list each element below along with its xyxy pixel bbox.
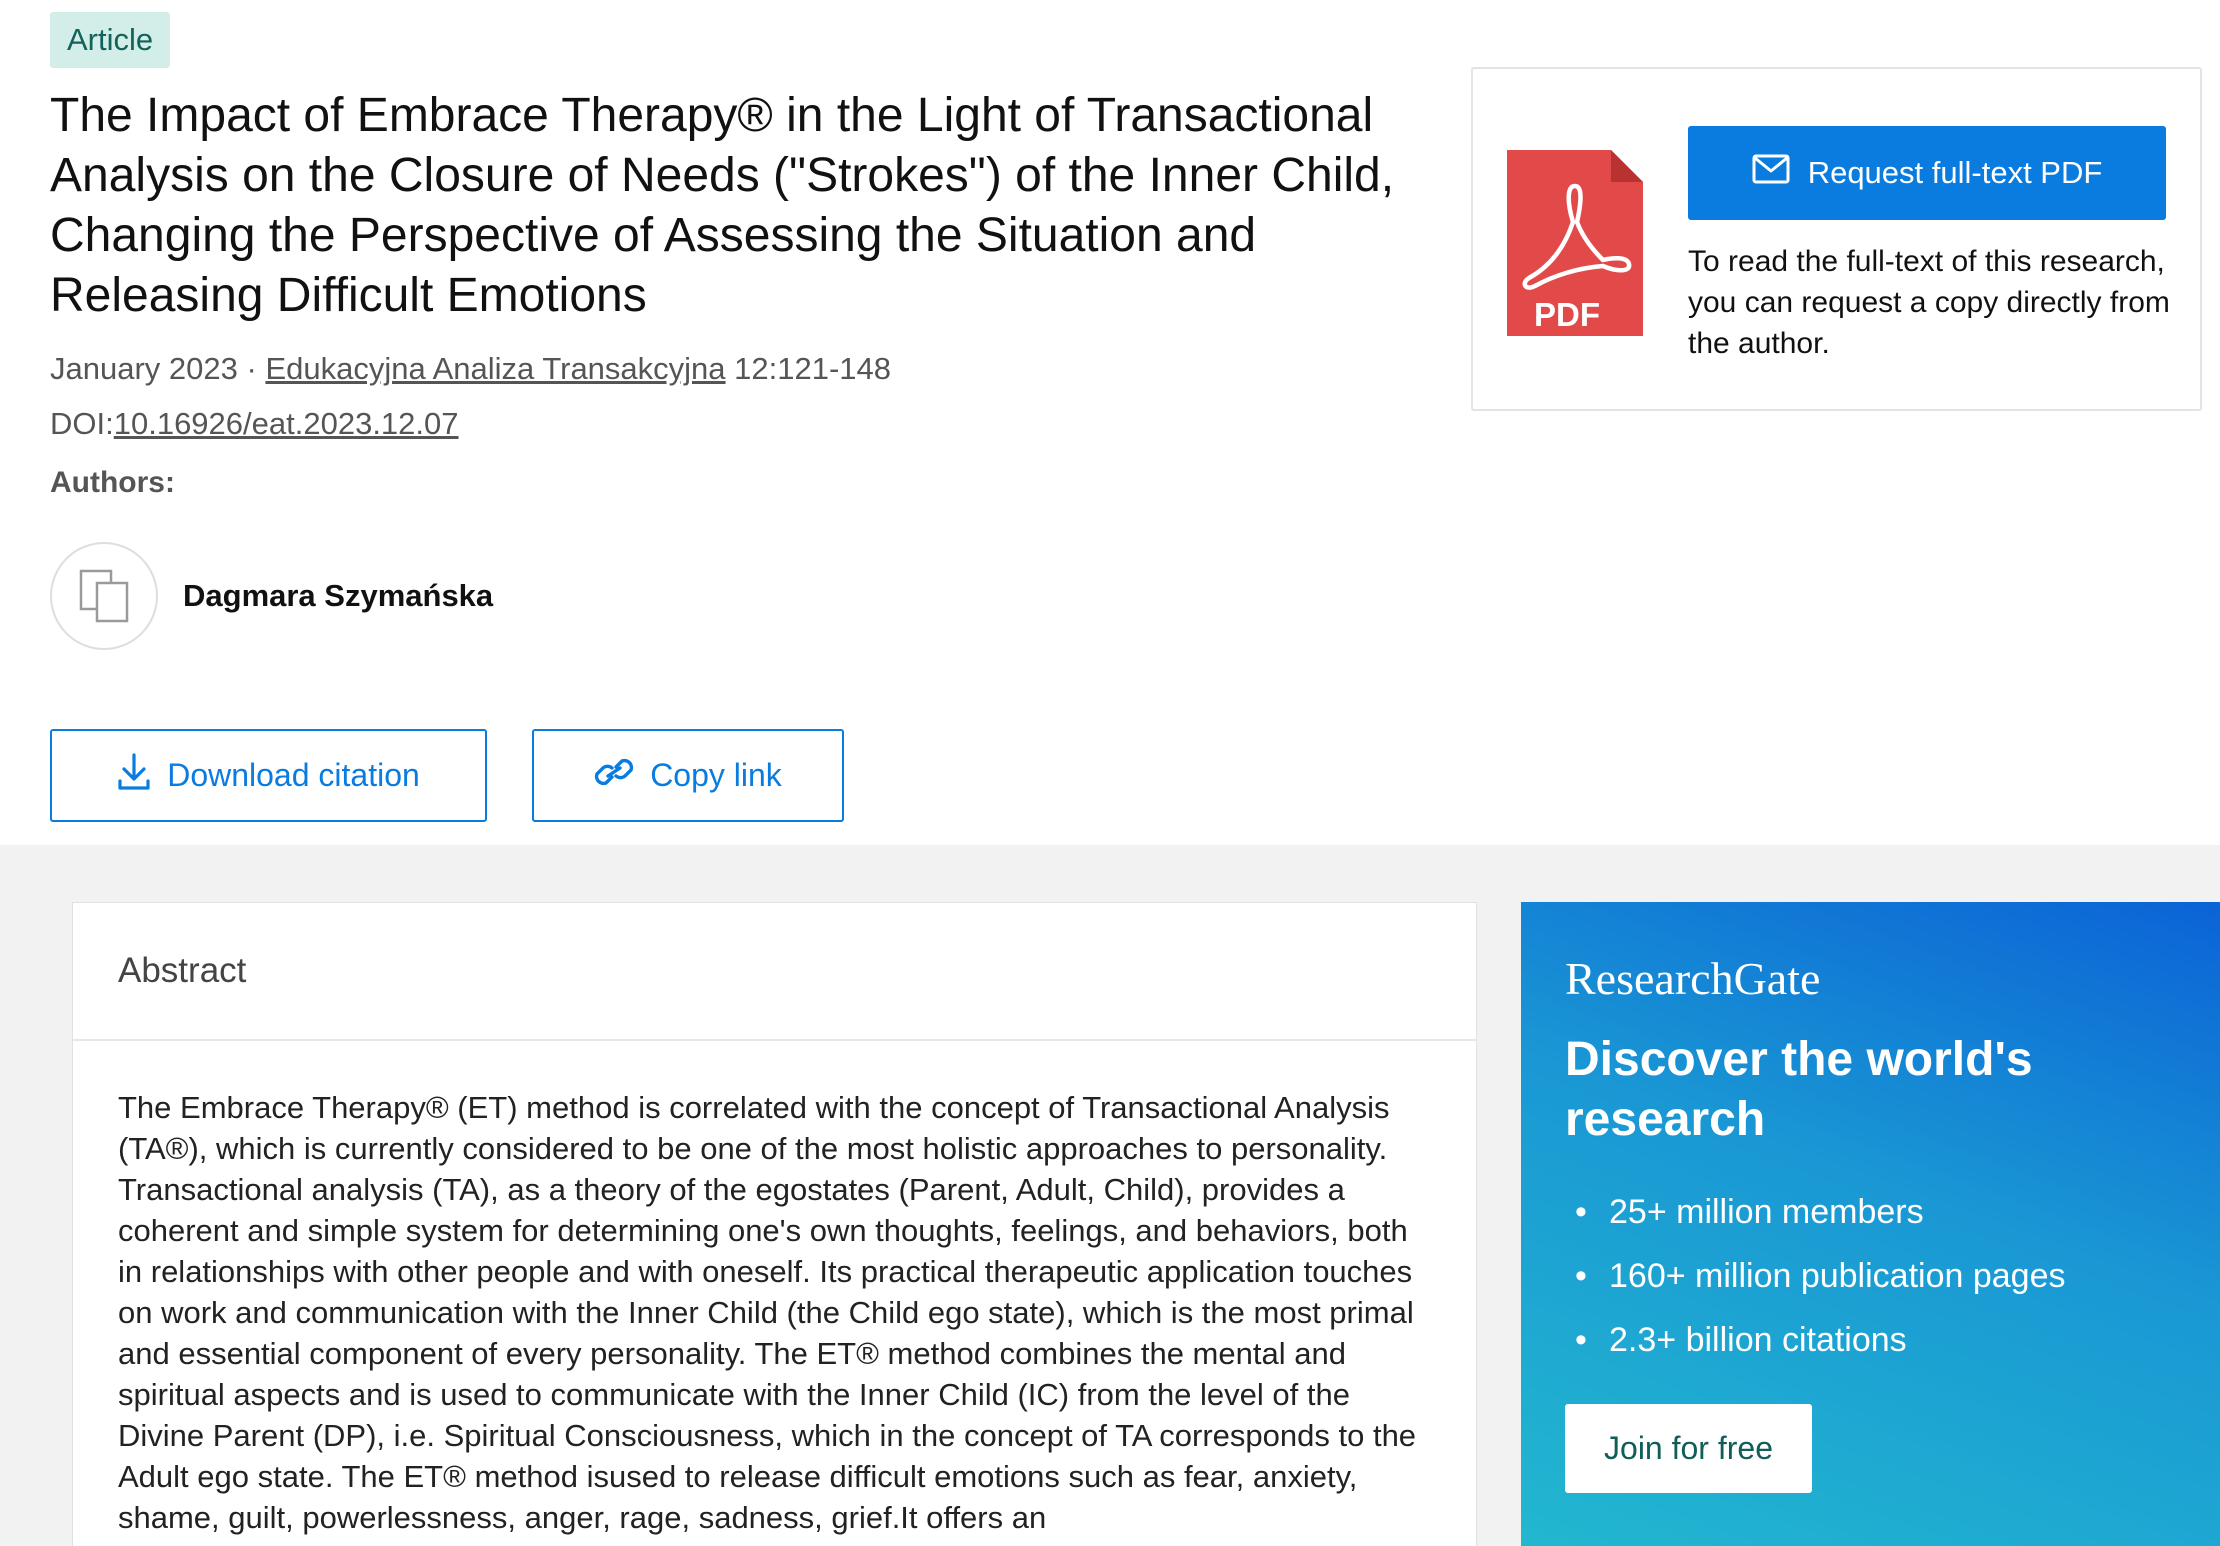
- author-name[interactable]: Dagmara Szymańska: [183, 578, 493, 614]
- publication-meta: January 2023 · Edukacyjna Analiza Transa…: [50, 347, 891, 391]
- publication-date: January 2023: [50, 351, 238, 386]
- doi-line: DOI:10.16926/eat.2023.12.07: [50, 402, 459, 446]
- article-title: The Impact of Embrace Therapy® in the Li…: [50, 89, 1395, 322]
- download-icon: [117, 752, 151, 799]
- abstract-text: The Embrace Therapy® (ET) method is corr…: [118, 1090, 1417, 1535]
- request-description: To read the full-text of this research, …: [1688, 245, 2170, 360]
- abstract-card: Abstract The Embrace Therapy® (ET) metho…: [72, 902, 1477, 1546]
- promo-stat-item: 25+ million members: [1565, 1180, 2065, 1244]
- copy-link-button[interactable]: Copy link: [532, 729, 844, 822]
- researchgate-promo: ResearchGate Discover the world's resear…: [1521, 902, 2220, 1546]
- mail-icon: [1752, 154, 1790, 192]
- abstract-heading: Abstract: [73, 903, 1476, 1041]
- promo-stat-item: 160+ million publication pages: [1565, 1244, 2065, 1308]
- researchgate-logo: ResearchGate: [1565, 953, 1821, 1004]
- journal-link[interactable]: Edukacyjna Analiza Transakcyjna: [265, 351, 725, 386]
- pdf-file-icon: PDF: [1507, 150, 1643, 341]
- doi-link[interactable]: 10.16926/eat.2023.12.07: [114, 406, 459, 441]
- author-item[interactable]: Dagmara Szymańska: [50, 542, 493, 650]
- article-header-section: Article The Impact of Embrace Therapy® i…: [0, 0, 2220, 845]
- copy-link-label: Copy link: [650, 757, 782, 793]
- doi-label: DOI:: [50, 406, 114, 441]
- link-icon: [594, 757, 634, 795]
- article-type-badge: Article: [50, 12, 171, 68]
- journal-pages: 12:121-148: [725, 351, 892, 386]
- pdf-icon-label: PDF: [1534, 296, 1600, 333]
- promo-stat-item: 2.3+ billion citations: [1565, 1308, 2065, 1372]
- request-fulltext-label: Request full-text PDF: [1807, 155, 2103, 190]
- request-fulltext-card: PDF Request full-text PDF To read the fu…: [1471, 67, 2202, 411]
- meta-separator: ·: [237, 351, 266, 386]
- download-citation-button[interactable]: Download citation: [50, 729, 487, 822]
- promo-stats-list: 25+ million members 160+ million publica…: [1565, 1180, 2065, 1372]
- request-fulltext-button[interactable]: Request full-text PDF: [1688, 126, 2166, 220]
- authors-label: Authors:: [50, 466, 175, 499]
- join-for-free-button[interactable]: Join for free: [1565, 1404, 1812, 1493]
- promo-heading: Discover the world's research: [1565, 1033, 2033, 1146]
- author-placeholder-icon: [50, 542, 158, 650]
- download-citation-label: Download citation: [167, 757, 420, 793]
